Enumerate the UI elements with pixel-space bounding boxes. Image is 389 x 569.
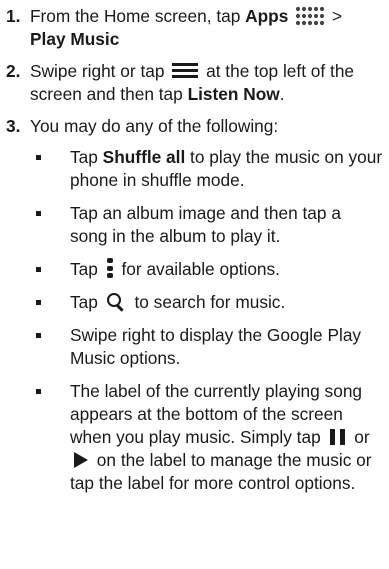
bullet (36, 155, 41, 160)
list-item: Tap for available options. (30, 258, 383, 281)
pause-icon (329, 428, 346, 445)
step-text: From the Home screen, tap (30, 6, 246, 26)
item-text: on the label to manage the music or tap … (70, 450, 372, 493)
step-number: 3. (6, 116, 21, 136)
bullet (36, 389, 41, 394)
play-music-label: Play Music (30, 29, 120, 49)
item-text: Tap (70, 259, 103, 279)
menu-icon (172, 62, 199, 79)
step-text: . (279, 84, 285, 104)
item-text: for available options. (116, 259, 280, 279)
item-text: or (349, 427, 370, 447)
search-icon (106, 292, 125, 312)
instructions-document: 1. From the Home screen, tap Apps > Play… (0, 0, 389, 569)
list-item: Tap an album image and then tap a song i… (30, 202, 383, 248)
play-icon (74, 451, 88, 468)
step-1: 1. From the Home screen, tap Apps > Play… (0, 5, 383, 51)
bullet (36, 211, 41, 216)
shuffle-all-label: Shuffle all (102, 147, 186, 167)
bullet (36, 333, 41, 338)
bullet (36, 300, 41, 305)
list-item: Tap to search for music. (30, 291, 383, 314)
step-number: 2. (6, 61, 21, 81)
options-list: Tap Shuffle all to play the music on you… (30, 146, 383, 495)
list-item: Swipe right to display the Google Play M… (30, 324, 383, 370)
apps-grid-svg (296, 7, 325, 26)
step-2: 2. Swipe right or tap at the top left of… (0, 60, 383, 106)
step-text: > (327, 6, 343, 26)
item-text: to search for music. (129, 292, 286, 312)
step-3: 3. You may do any of the following: Tap … (0, 115, 383, 495)
apps-label: Apps (245, 6, 289, 26)
item-text: Tap (70, 147, 103, 167)
listen-now-label: Listen Now (187, 84, 280, 104)
list-item: Tap Shuffle all to play the music on you… (30, 146, 383, 192)
item-text: Tap an album image and then tap a song i… (70, 203, 341, 246)
step-text: You may do any of the following: (30, 116, 279, 136)
step-text: Swipe right or tap (30, 61, 170, 81)
bullet (36, 267, 41, 272)
list-item: The label of the currently playing song … (30, 380, 383, 495)
step-number: 1. (6, 6, 21, 26)
more-vertical-icon (106, 258, 114, 279)
item-text: The label of the currently playing song … (70, 381, 363, 447)
item-text: Tap (70, 292, 103, 312)
apps-grid-icon (295, 6, 325, 26)
item-text: Swipe right to display the Google Play M… (70, 325, 362, 368)
